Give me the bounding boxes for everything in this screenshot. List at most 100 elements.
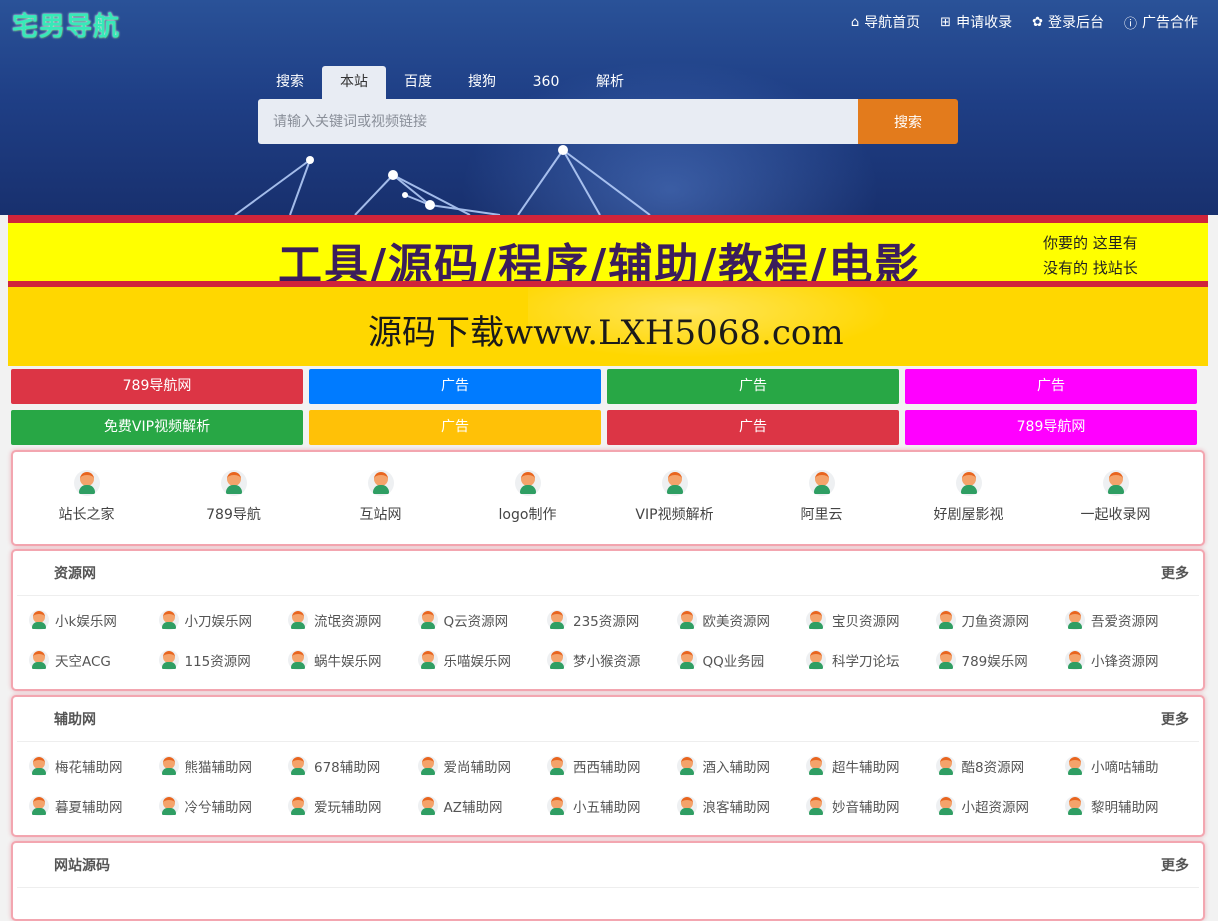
tab-search[interactable]: 搜索: [258, 66, 322, 99]
site-link[interactable]: 小刀娱乐网: [158, 608, 289, 632]
more-link[interactable]: 更多: [1161, 563, 1189, 583]
site-link[interactable]: 爱尚辅助网: [417, 754, 548, 778]
site-link[interactable]: 蜗牛娱乐网: [288, 648, 418, 672]
quick-link-item[interactable]: 互站网: [307, 470, 454, 524]
site-link[interactable]: 789娱乐网: [935, 648, 1066, 672]
avatar-icon: [676, 650, 697, 670]
site-link[interactable]: 流氓资源网: [288, 608, 418, 632]
site-link[interactable]: 678辅助网: [288, 754, 418, 778]
site-link[interactable]: 爱玩辅助网: [288, 794, 418, 818]
avatar-icon: [547, 796, 567, 816]
category-header: 网站源码 更多: [17, 843, 1199, 888]
site-link[interactable]: 冷兮辅助网: [158, 794, 289, 818]
site-link-label: 梅花辅助网: [55, 760, 123, 776]
avatar-icon: [417, 756, 438, 776]
ad-button[interactable]: 广告: [607, 369, 899, 404]
ad-banner-source[interactable]: 源码下载www.LXH5068.com: [8, 287, 1208, 366]
avatar-icon: [935, 650, 956, 670]
ad-button-grid: 789导航网 广告 广告 广告 免费VIP视频解析 广告 广告 789导航网: [11, 369, 1197, 445]
site-link[interactable]: 梅花辅助网: [29, 754, 159, 778]
site-link[interactable]: 熊猫辅助网: [158, 754, 289, 778]
avatar-icon: [806, 610, 826, 630]
site-link[interactable]: QQ业务园: [676, 648, 807, 672]
ad-banner-tools[interactable]: 工具/源码/程序/辅助/教程/电影 你要的 这里有 没有的 找站长: [8, 215, 1208, 287]
nav-login-label: 登录后台: [1047, 15, 1104, 31]
ad-button[interactable]: 免费VIP视频解析: [11, 410, 303, 445]
more-link[interactable]: 更多: [1161, 855, 1189, 875]
site-link[interactable]: 235资源网: [547, 608, 677, 632]
ad-button[interactable]: 广告: [905, 369, 1197, 404]
quick-link-item[interactable]: 好剧屋影视: [895, 470, 1042, 524]
quick-link-item[interactable]: 站长之家: [13, 470, 160, 524]
nav-ads[interactable]: ⓘ 广告合作: [1124, 12, 1198, 32]
quick-link-item[interactable]: VIP视频解析: [601, 470, 748, 524]
banner-source-text: 源码下载www.LXH5068.com: [368, 313, 844, 353]
site-link[interactable]: 妙音辅助网: [806, 794, 936, 818]
search-input[interactable]: [258, 99, 858, 144]
tab-baidu[interactable]: 百度: [386, 66, 450, 99]
site-link[interactable]: 小锋资源网: [1065, 648, 1195, 672]
category-panel-resources: 资源网 更多 小k娱乐网 小刀娱乐网 流氓资源网 Q云资源网 235资源网 欧美资源网 宝贝…: [11, 549, 1205, 691]
search-button[interactable]: 搜索: [858, 99, 958, 144]
site-link[interactable]: AZ辅助网: [417, 794, 548, 818]
nav-home-label: 导航首页: [864, 15, 921, 31]
quick-link-item[interactable]: 789导航: [160, 470, 307, 524]
site-logo[interactable]: 宅男导航: [12, 6, 120, 43]
site-link[interactable]: 小嘀咕辅助: [1065, 754, 1195, 778]
quick-link-item[interactable]: logo制作: [454, 470, 601, 524]
tab-sogou[interactable]: 搜狗: [450, 66, 514, 99]
site-link[interactable]: 宝贝资源网: [806, 608, 936, 632]
quick-link-item[interactable]: 一起收录网: [1042, 470, 1189, 524]
nav-home[interactable]: ⌂ 导航首页: [851, 12, 920, 32]
ad-button[interactable]: 789导航网: [905, 410, 1197, 445]
nav-apply[interactable]: ⊞ 申请收录: [940, 12, 1012, 32]
site-link-label: 678辅助网: [314, 760, 381, 776]
site-link-label: 超牛辅助网: [832, 760, 900, 776]
site-link[interactable]: 黎明辅助网: [1065, 794, 1195, 818]
site-link[interactable]: 115资源网: [158, 648, 289, 672]
ad-button[interactable]: 广告: [607, 410, 899, 445]
site-link-label: 宝贝资源网: [832, 614, 900, 630]
nav-login[interactable]: ✿ 登录后台: [1032, 12, 1104, 32]
avatar-icon: [1065, 610, 1085, 630]
site-link[interactable]: 吾爱资源网: [1065, 608, 1195, 632]
site-link[interactable]: 科学刀论坛: [806, 648, 936, 672]
site-link[interactable]: 梦小猴资源: [547, 648, 677, 672]
tab-parse[interactable]: 解析: [578, 66, 642, 99]
site-link[interactable]: 乐喵娱乐网: [417, 648, 548, 672]
site-link-label: 爱玩辅助网: [314, 800, 382, 816]
ad-button[interactable]: 广告: [309, 369, 601, 404]
site-link[interactable]: 刀鱼资源网: [935, 608, 1066, 632]
tab-360[interactable]: 360: [514, 66, 578, 99]
ad-button[interactable]: 789导航网: [11, 369, 303, 404]
site-link[interactable]: 浪客辅助网: [676, 794, 807, 818]
category-title: 网站源码: [54, 858, 110, 874]
ad-button[interactable]: 广告: [309, 410, 601, 445]
site-link[interactable]: 超牛辅助网: [806, 754, 936, 778]
site-link[interactable]: 西西辅助网: [547, 754, 677, 778]
avatar-icon: [935, 796, 956, 816]
site-link[interactable]: 酒入辅助网: [676, 754, 807, 778]
site-link[interactable]: 小k娱乐网: [29, 608, 159, 632]
banner-side-line2: 没有的 找站长: [1043, 259, 1138, 277]
avatar-icon: [676, 756, 697, 776]
site-link[interactable]: 天空ACG: [29, 648, 159, 672]
category-links: 小k娱乐网 小刀娱乐网 流氓资源网 Q云资源网 235资源网 欧美资源网 宝贝资源网 刀鱼资源…: [13, 596, 1203, 672]
site-link-label: 小超资源网: [961, 800, 1030, 816]
site-link-label: 天空ACG: [55, 654, 111, 670]
site-link[interactable]: 欧美资源网: [676, 608, 807, 632]
site-link[interactable]: 小五辅助网: [547, 794, 677, 818]
quick-link-label: logo制作: [498, 507, 557, 523]
site-link[interactable]: 暮夏辅助网: [29, 794, 159, 818]
avatar-icon: [935, 756, 956, 776]
quick-link-item[interactable]: 阿里云: [748, 470, 895, 524]
site-link-label: 爱尚辅助网: [443, 760, 512, 776]
avatar-icon: [288, 650, 308, 670]
site-link[interactable]: 酷8资源网: [935, 754, 1066, 778]
avatar-icon: [288, 756, 308, 776]
tab-site[interactable]: 本站: [322, 66, 386, 99]
site-link[interactable]: Q云资源网: [417, 608, 548, 632]
avatar-icon: [547, 756, 567, 776]
site-link[interactable]: 小超资源网: [935, 794, 1066, 818]
more-link[interactable]: 更多: [1161, 709, 1189, 729]
